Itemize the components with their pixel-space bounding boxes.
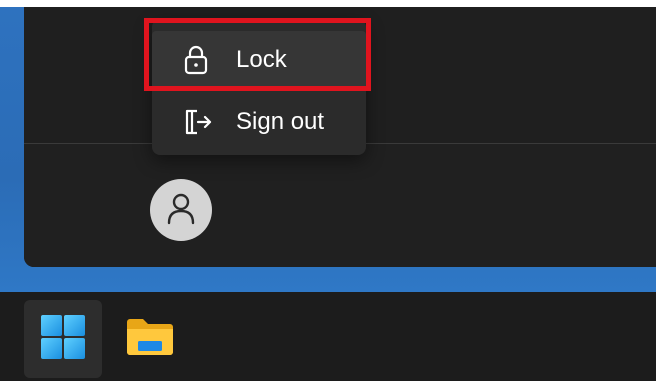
sign-out-icon <box>183 108 213 136</box>
folder-icon <box>125 316 175 363</box>
windows-logo-icon <box>40 314 86 365</box>
person-icon <box>166 191 196 230</box>
user-avatar-button[interactable] <box>150 179 212 241</box>
sign-out-label: Sign out <box>236 108 325 135</box>
lock-menu-item[interactable]: Lock <box>152 31 366 89</box>
start-menu-footer <box>24 144 656 267</box>
top-strip <box>0 0 656 7</box>
lock-icon <box>183 45 209 75</box>
sign-out-menu-item[interactable]: Sign out <box>152 93 366 151</box>
start-button[interactable] <box>24 300 102 378</box>
power-context-menu: Lock Sign out <box>152 19 366 155</box>
lock-label: Lock <box>236 46 287 73</box>
file-explorer-button[interactable] <box>111 300 189 378</box>
